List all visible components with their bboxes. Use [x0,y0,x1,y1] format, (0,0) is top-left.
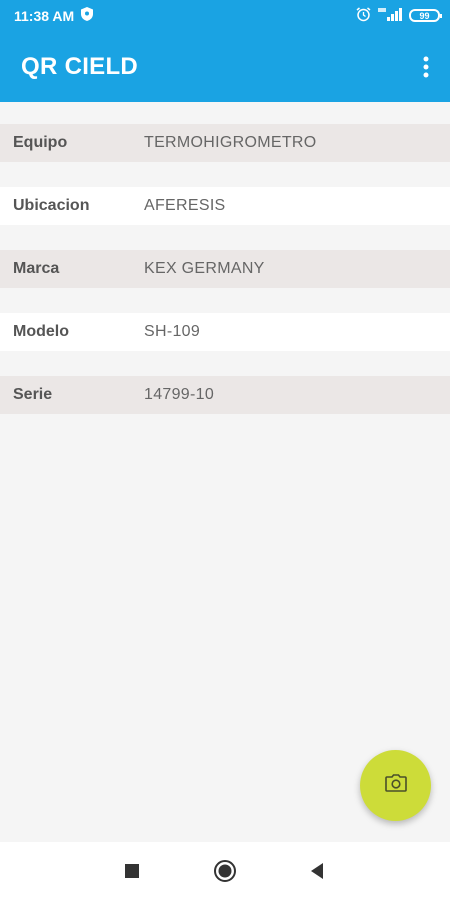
status-time: 11:38 AM [14,7,75,24]
more-vert-icon[interactable] [416,51,436,83]
signal-icon [378,7,402,24]
detail-label: Ubicacion [13,197,90,214]
detail-label: Serie [13,386,53,403]
app-title: QR CIELD [21,52,139,80]
detail-label: Marca [13,260,60,277]
system-nav-bar [0,842,450,900]
recents-icon[interactable] [120,859,144,883]
app-bar: QR CIELD [0,31,450,102]
home-icon[interactable] [213,859,237,883]
alarm-icon [356,6,371,25]
camera-fab-button[interactable] [360,750,431,821]
status-right: 99 [356,6,442,25]
back-icon[interactable] [305,859,329,883]
status-bar: 11:38 AM 99 [0,0,450,31]
details-list: Equipo TERMOHIGROMETRO Ubicacion AFERESI… [0,124,450,414]
detail-row-serie: Serie 14799-10 [0,376,450,414]
detail-label: Modelo [13,323,69,340]
detail-value: TERMOHIGROMETRO [144,134,317,151]
detail-row-equipo: Equipo TERMOHIGROMETRO [0,124,450,162]
camera-icon [384,774,407,797]
detail-value: KEX GERMANY [144,260,265,277]
detail-value: 14799-10 [144,386,215,403]
status-left: 11:38 AM [14,7,94,24]
detail-row-modelo: Modelo SH-109 [0,313,450,351]
detail-value: AFERESIS [144,197,226,214]
battery-icon: 99 [409,9,442,22]
detail-row-ubicacion: Ubicacion AFERESIS [0,187,450,225]
detail-row-marca: Marca KEX GERMANY [0,250,450,288]
detail-value: SH-109 [144,323,201,340]
detail-label: Equipo [13,134,68,151]
shield-icon [81,7,94,24]
